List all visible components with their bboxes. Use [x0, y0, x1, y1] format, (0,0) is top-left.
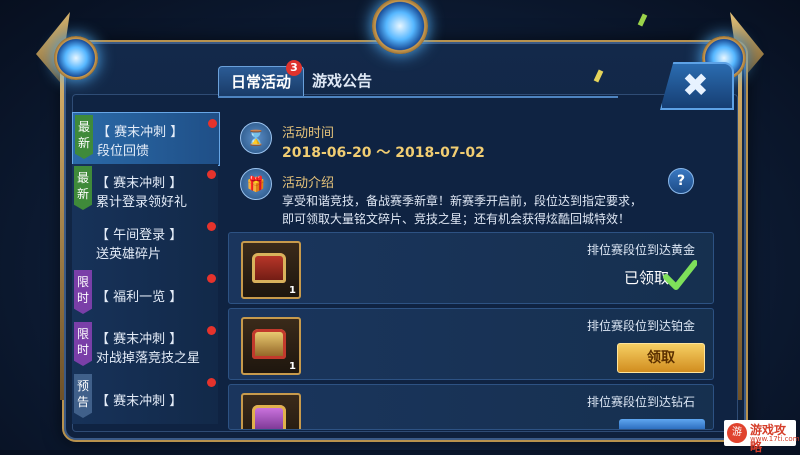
red-dot-notification-icon [207, 170, 216, 179]
activity-sidebar: 最新【 赛末冲刺 】段位回馈 最新【 赛末冲刺 】累计登录领好礼【 午间登录 】送… [72, 112, 220, 424]
red-dot-notification-icon [208, 119, 217, 128]
claim-button[interactable]: 领取 [617, 343, 705, 373]
red-dot-notification-icon [207, 274, 216, 283]
reward-row-diamond: 排位赛段位到达钻石 [228, 384, 714, 430]
watermark-logo-icon: 游 [727, 423, 747, 443]
sidebar-item-5[interactable]: 预告【 赛末冲刺 】 [72, 372, 218, 424]
sidebar-item-4[interactable]: 限时【 赛末冲刺 】对战掉落竞技之星 [72, 320, 218, 373]
confetti-decoration [637, 13, 648, 27]
sidebar-item-category: 【 赛末冲刺 】 [96, 176, 183, 191]
orb-left-icon [54, 36, 98, 80]
activity-time-label: 活动时间 [282, 126, 335, 141]
red-dot-notification-icon [207, 326, 216, 335]
frame-edge-left [60, 70, 64, 400]
watermark-url: www.17ti.com [750, 435, 800, 443]
sidebar-tag-badge: 最新 [74, 166, 92, 210]
reward-row-platinum: 1 排位赛段位到达铂金 领取 [228, 308, 714, 380]
red-dot-notification-icon [207, 222, 216, 231]
watermark: 游 游戏攻略 www.17ti.com [724, 420, 800, 454]
sidebar-item-0[interactable]: 最新【 赛末冲刺 】段位回馈 [72, 112, 220, 166]
sidebar-item-category: 【 福利一览 】 [96, 290, 183, 305]
sidebar-item-title: 送英雄碎片 [96, 247, 162, 262]
sidebar-item-category: 【 赛末冲刺 】 [96, 332, 183, 347]
crest-orb-icon [372, 0, 428, 54]
reward-chest-icon[interactable]: 1 [241, 241, 301, 299]
close-icon: ✖ [682, 66, 709, 104]
sidebar-tag-badge: 限时 [74, 322, 92, 366]
reward-requirement: 排位赛段位到达黄金 [586, 243, 695, 257]
sidebar-item-3[interactable]: 限时【 福利一览 】 [72, 268, 218, 321]
activity-intro-line-1: 享受和谐竞技，备战赛季新章！新赛季开启前，段位达到指定要求， [282, 194, 643, 208]
tab-game-announcements[interactable]: 游戏公告 [312, 66, 372, 96]
chest-red-icon [252, 253, 286, 283]
frame-edge-right [738, 70, 742, 400]
gift-icon: 🎁 [240, 168, 272, 200]
notification-badge: 3 [286, 60, 302, 76]
sidebar-item-title: 对战掉落竞技之星 [96, 351, 201, 366]
reward-chest-icon[interactable] [241, 393, 301, 429]
sidebar-item-2[interactable]: 【 午间登录 】送英雄碎片 [72, 216, 218, 269]
sidebar-tag-badge: 预告 [74, 374, 92, 418]
sidebar-item-1[interactable]: 最新【 赛末冲刺 】累计登录领好礼 [72, 164, 218, 217]
reward-chest-icon[interactable]: 1 [241, 317, 301, 375]
reward-requirement: 排位赛段位到达钻石 [586, 395, 695, 409]
sidebar-tag-badge: 限时 [74, 270, 92, 314]
tab-underline [218, 96, 618, 98]
chest-purple-icon [252, 405, 286, 429]
sidebar-tag-badge: 最新 [75, 115, 93, 159]
sidebar-item-category: 【 午间登录 】 [96, 228, 183, 243]
claim-button-partial[interactable] [619, 419, 705, 429]
sidebar-item-category: 【 赛末冲刺 】 [97, 125, 184, 140]
activity-date-range: 2018-06-20 ～ 2018-07-02 [282, 145, 485, 161]
sidebar-item-title: 段位回馈 [97, 144, 150, 159]
sidebar-item-category: 【 赛末冲刺 】 [96, 394, 183, 409]
checkmark-icon [663, 260, 697, 290]
reward-row-gold: 1 排位赛段位到达黄金 已领取 [228, 232, 714, 304]
hourglass-icon: ⌛ [240, 122, 272, 154]
reward-requirement: 排位赛段位到达铂金 [586, 319, 695, 333]
red-dot-notification-icon [207, 378, 216, 387]
help-button[interactable]: ? [668, 168, 694, 194]
chest-gold-icon [252, 329, 286, 359]
sidebar-item-title: 累计登录领好礼 [96, 195, 188, 210]
activity-intro-line-2: 即可领取大量铭文碎片、竞技之星；还有机会获得炫酷回城特效！ [282, 212, 631, 226]
reward-count: 1 [289, 361, 296, 372]
activity-intro-label: 活动介绍 [282, 176, 335, 191]
reward-count: 1 [289, 285, 296, 296]
